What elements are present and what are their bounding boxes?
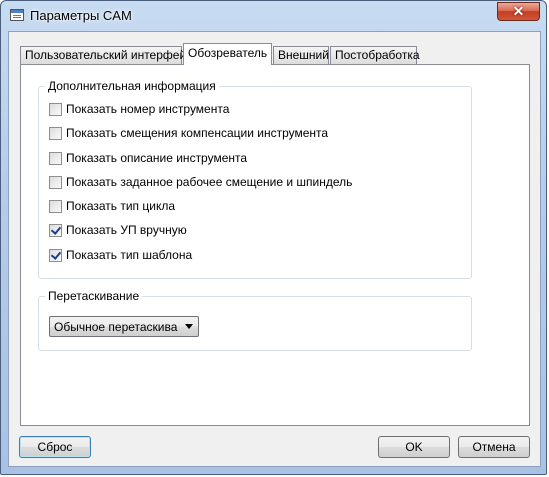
tab-external[interactable]: Внешний: [273, 46, 329, 64]
tab-post-processing[interactable]: Постобработка: [330, 46, 420, 64]
ok-button[interactable]: OK: [378, 436, 450, 458]
tab-panel-browser: Дополнительная информация Показать номер…: [20, 64, 530, 426]
close-button[interactable]: ✕: [497, 2, 540, 21]
dialog-window: Параметры CAM ✕ Пользовательский интерфе…: [0, 0, 547, 475]
checkbox[interactable]: [49, 151, 62, 165]
tab-user-interface[interactable]: Пользовательский интерфейс: [20, 46, 192, 64]
option-show-tool-number[interactable]: Показать номер инструмента: [49, 101, 229, 117]
checkbox[interactable]: [49, 223, 62, 237]
drag-group-title: Перетаскивание: [45, 289, 143, 303]
checkbox[interactable]: [49, 199, 62, 213]
window-title: Параметры CAM: [30, 8, 132, 23]
additional-info-group: Дополнительная информация Показать номер…: [38, 79, 472, 279]
option-show-manual-nc[interactable]: Показать УП вручную: [49, 222, 187, 238]
additional-info-group-title: Дополнительная информация: [45, 79, 219, 93]
chevron-down-icon: [185, 324, 193, 329]
checkbox[interactable]: [49, 126, 62, 140]
checkbox[interactable]: [49, 102, 62, 116]
option-label: Показать описание инструмента: [66, 151, 248, 165]
dialog-client-area: Пользовательский интерфейс Обозреватель …: [8, 31, 541, 467]
checkbox[interactable]: [49, 248, 62, 262]
option-label: Показать УП вручную: [66, 223, 187, 237]
option-label: Показать заданное рабочее смещение и шпи…: [66, 175, 353, 189]
drag-mode-value: Обычное перетаскивани: [54, 320, 178, 334]
option-label: Показать смещения компенсации инструмент…: [66, 126, 329, 140]
tab-browser[interactable]: Обозреватель: [183, 43, 272, 65]
option-show-tool-description[interactable]: Показать описание инструмента: [49, 150, 247, 166]
app-window-icon: [10, 9, 24, 21]
option-show-work-offset-spindle[interactable]: Показать заданное рабочее смещение и шпи…: [49, 174, 352, 190]
option-label: Показать тип шаблона: [66, 248, 193, 262]
drag-group: Перетаскивание Обычное перетаскивани: [38, 289, 472, 351]
drag-mode-select[interactable]: Обычное перетаскивани: [49, 316, 199, 337]
option-label: Показать номер инструмента: [66, 102, 230, 116]
option-show-compensation-offsets[interactable]: Показать смещения компенсации инструмент…: [49, 125, 328, 141]
option-show-template-type[interactable]: Показать тип шаблона: [49, 247, 192, 263]
reset-button[interactable]: Сброс: [19, 436, 91, 458]
option-show-cycle-type[interactable]: Показать тип цикла: [49, 198, 175, 214]
cancel-button[interactable]: Отмена: [458, 436, 530, 458]
title-bar[interactable]: Параметры CAM ✕: [1, 1, 546, 31]
checkbox[interactable]: [49, 175, 62, 189]
option-label: Показать тип цикла: [66, 199, 176, 213]
